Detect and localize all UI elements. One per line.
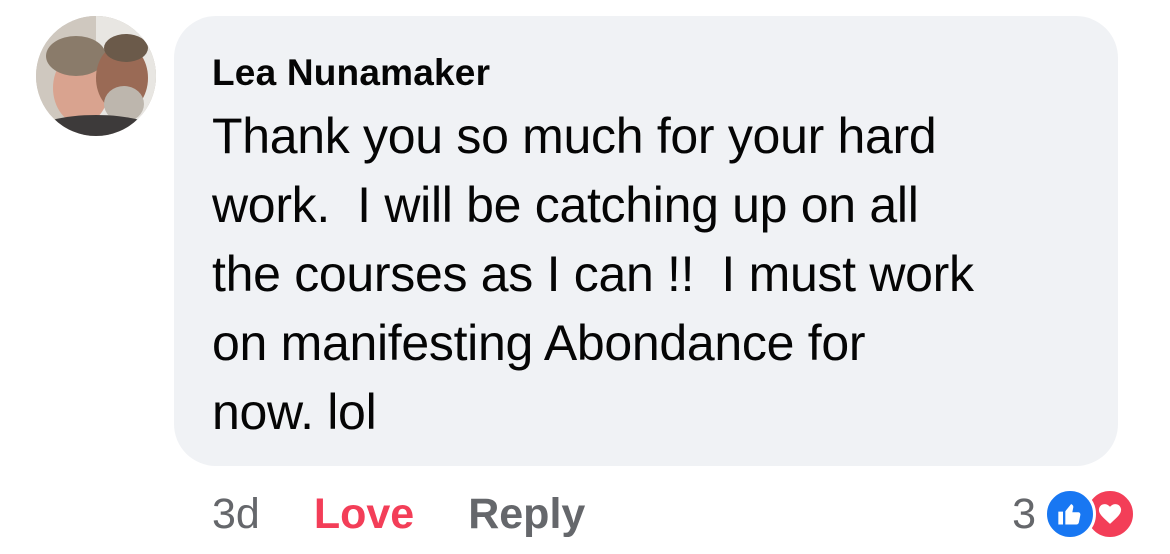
reactions-summary[interactable]: 3 xyxy=(1012,486,1136,542)
comment-bubble: Lea Nunamaker Thank you so much for your… xyxy=(174,16,1118,466)
reply-button[interactable]: Reply xyxy=(468,490,585,539)
heart-glyph xyxy=(1098,504,1122,524)
love-reaction-button[interactable]: Love xyxy=(314,490,414,539)
comment-timestamp[interactable]: 3d xyxy=(212,490,260,539)
comment-text: Thank you so much for your hard work. I … xyxy=(212,108,974,440)
avatar[interactable] xyxy=(36,16,156,136)
comment-actions: 3d Love Reply xyxy=(212,484,585,544)
like-icon xyxy=(1044,488,1096,540)
thumbs-up-glyph xyxy=(1058,503,1081,525)
comment-author[interactable]: Lea Nunamaker xyxy=(212,50,1078,96)
profile-photo xyxy=(36,16,156,136)
reaction-count: 3 xyxy=(1012,489,1036,538)
